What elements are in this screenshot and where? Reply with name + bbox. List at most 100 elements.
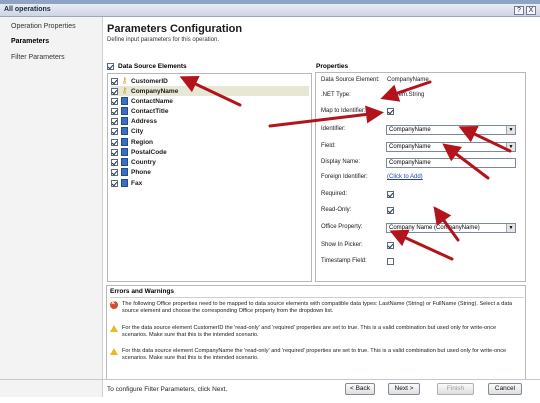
error-icon (110, 300, 118, 309)
warning-message: For the data source element CustomerID t… (110, 325, 522, 339)
tree-item-checkbox[interactable] (111, 168, 118, 176)
tree-item-label: CompanyName (131, 87, 179, 95)
tree-item-label: Address (131, 117, 158, 125)
next-button[interactable]: Next > (388, 383, 420, 395)
warning-icon (110, 348, 118, 355)
errors-divider (110, 297, 524, 298)
warning-icon (110, 325, 118, 332)
error-message-text: The following Office properties need to … (122, 301, 513, 314)
tree-item-label: Region (131, 138, 154, 146)
tree-item-checkbox[interactable] (111, 148, 118, 156)
page-subtitle: Define input parameters for this operati… (107, 37, 220, 43)
tree-item-fax[interactable]: Fax (111, 178, 142, 188)
tree-item-label: Fax (131, 179, 143, 187)
display-name-label: Display Name: (321, 159, 361, 165)
tree-item-companyname[interactable]: ⚷ CompanyName (111, 86, 309, 96)
net-type-value: System.String (387, 92, 425, 98)
foreign-identifier-label: Foreign Identifier: (321, 174, 368, 180)
tree-item-checkbox[interactable] (111, 179, 118, 187)
tree-item-city[interactable]: City (111, 126, 143, 136)
tree-item-checkbox[interactable] (111, 87, 118, 95)
close-button[interactable]: X (526, 6, 536, 15)
tree-item-checkbox[interactable] (111, 77, 118, 85)
field-icon (121, 127, 128, 135)
nav-item-filter-parameters[interactable]: Filter Parameters (11, 54, 65, 61)
cancel-button[interactable]: Cancel (488, 383, 522, 395)
tree-item-checkbox[interactable] (111, 138, 118, 146)
nav-item-parameters[interactable]: Parameters (11, 38, 49, 45)
data-source-element-value: CompanyName (387, 77, 429, 83)
required-label: Required: (321, 191, 348, 197)
properties-header: Properties (316, 63, 349, 70)
tree-item-postalcode[interactable]: PostalCode (111, 147, 167, 157)
tree-item-checkbox[interactable] (111, 158, 118, 166)
data-source-header: Data Source Elements (107, 63, 187, 70)
chevron-down-icon: ▼ (506, 143, 515, 151)
warning-message-text: For the data source element CustomerID t… (122, 325, 497, 338)
warning-message: For this data source element CompanyName… (110, 348, 522, 362)
field-icon (121, 117, 128, 125)
display-name-input[interactable]: CompanyName (386, 158, 516, 168)
timestamp-field-checkbox[interactable] (387, 258, 394, 265)
show-in-picker-label: Show In Picker: (321, 242, 363, 248)
tree-item-checkbox[interactable] (111, 127, 118, 135)
field-icon (121, 107, 128, 115)
foreign-identifier-link[interactable]: (Click to Add) (387, 174, 423, 180)
window-titlebar: All operations ? X (0, 4, 540, 17)
tree-item-label: Country (131, 158, 156, 166)
office-property-select[interactable]: Company Name (CompanyName) ▼ (386, 223, 516, 233)
finish-button[interactable]: Finish (437, 383, 474, 395)
tree-item-region[interactable]: Region (111, 137, 153, 147)
page-title: Parameters Configuration (107, 23, 243, 35)
identifier-select[interactable]: CompanyName ▼ (386, 125, 516, 135)
data-source-element-label: Data Source Element: (321, 77, 380, 83)
field-select-value: CompanyName (389, 144, 431, 150)
field-icon (121, 158, 128, 166)
data-source-header-label: Data Source Elements (118, 63, 187, 71)
tree-item-country[interactable]: Country (111, 157, 156, 167)
tree-item-contacttitle[interactable]: ContactTitle (111, 106, 168, 116)
tree-item-label: CustomerID (131, 77, 168, 85)
properties-panel: Data Source Element: CompanyName .NET Ty… (315, 72, 526, 282)
tree-item-checkbox[interactable] (111, 117, 118, 125)
identifier-select-value: CompanyName (389, 127, 431, 133)
tree-item-checkbox[interactable] (111, 107, 118, 115)
field-select[interactable]: CompanyName ▼ (386, 142, 516, 152)
wizard-nav: Operation Properties Parameters Filter P… (0, 17, 103, 397)
tree-item-label: ContactName (131, 97, 173, 105)
read-only-checkbox[interactable] (387, 207, 394, 214)
errors-title: Errors and Warnings (110, 288, 175, 295)
key-icon: ⚷ (121, 76, 128, 85)
tree-item-address[interactable]: Address (111, 116, 157, 126)
office-property-select-value: Company Name (CompanyName) (389, 225, 480, 231)
footer-note: To configure Filter Parameters, click Ne… (107, 386, 228, 393)
help-button[interactable]: ? (514, 6, 524, 15)
tree-item-label: City (131, 127, 144, 135)
errors-panel: Errors and Warnings The following Office… (106, 285, 526, 380)
tree-item-label: Phone (131, 168, 151, 176)
required-checkbox[interactable] (387, 191, 394, 198)
map-to-identifier-checkbox[interactable] (387, 108, 394, 115)
field-icon (121, 97, 128, 105)
data-source-tree: ⚷ CustomerID ⚷ CompanyName ContactName Contac… (107, 73, 312, 282)
chevron-down-icon: ▼ (506, 126, 515, 134)
timestamp-field-label: Timestamp Field: (321, 258, 367, 264)
operations-window: Operation Properties Parameters Filter P… (0, 17, 540, 403)
field-label: Field: (321, 143, 336, 149)
tree-item-customerid[interactable]: ⚷ CustomerID (111, 76, 168, 86)
tree-item-checkbox[interactable] (111, 97, 118, 105)
back-button[interactable]: < Back (345, 383, 375, 395)
select-all-checkbox[interactable] (107, 63, 114, 70)
show-in-picker-checkbox[interactable] (387, 242, 394, 249)
footer-divider (0, 379, 540, 380)
tree-item-contactname[interactable]: ContactName (111, 96, 173, 106)
tree-item-phone[interactable]: Phone (111, 167, 151, 177)
field-icon (121, 179, 128, 187)
identifier-label: Identifier: (321, 126, 346, 132)
chevron-down-icon: ▼ (506, 224, 515, 232)
tree-item-label: PostalCode (131, 148, 167, 156)
nav-item-operation-properties[interactable]: Operation Properties (11, 23, 76, 30)
key-icon: ⚷ (121, 86, 128, 95)
read-only-label: Read-Only: (321, 207, 352, 213)
tree-item-label: ContactTitle (131, 107, 169, 115)
